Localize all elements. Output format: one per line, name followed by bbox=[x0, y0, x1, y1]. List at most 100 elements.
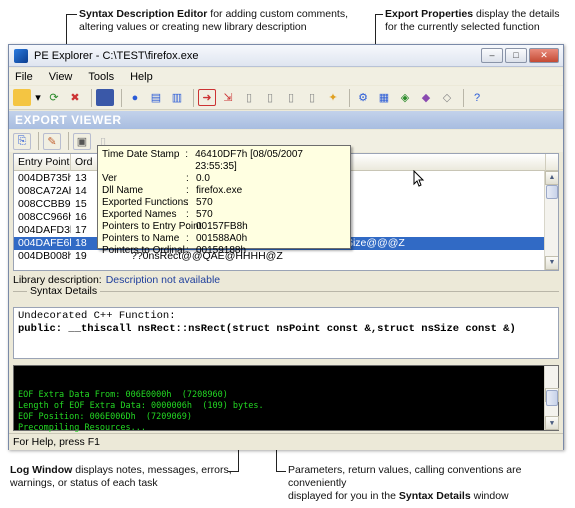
app-window: PE Explorer - C:\TEST\firefox.exe – □ ✕ … bbox=[8, 44, 564, 450]
tooltip-colon: : bbox=[186, 209, 189, 220]
disassembler-icon[interactable]: ⚙ bbox=[354, 89, 372, 106]
tooltip-colon: : bbox=[186, 173, 189, 184]
tooltip-value: 46410DF7h [08/05/2007 23:55:35] bbox=[195, 149, 303, 172]
import-viewer-icon[interactable]: ⇲ bbox=[219, 89, 237, 106]
menu-view[interactable]: View bbox=[49, 71, 73, 83]
export-properties-tooltip: Time Date Stamp:46410DF7h [08/05/2007 23… bbox=[97, 145, 351, 256]
export-viewer-icon[interactable]: ➜ bbox=[198, 89, 216, 106]
compass-icon[interactable]: ✦ bbox=[324, 89, 342, 106]
unpacker-icon[interactable]: ◇ bbox=[438, 89, 456, 106]
cell-entry-point: 008CCBB9h bbox=[18, 198, 71, 210]
menu-help[interactable]: Help bbox=[130, 71, 153, 83]
callout-syntax-editor-text1: for adding custom comments, bbox=[207, 8, 349, 20]
tooltip-row: Exported Functions:570 bbox=[102, 197, 346, 209]
status-bar: For Help, press F1 bbox=[9, 433, 563, 450]
maximize-button[interactable]: □ bbox=[505, 48, 527, 63]
window-title: PE Explorer - C:\TEST\firefox.exe bbox=[34, 49, 199, 62]
menu-bar: File View Tools Help bbox=[9, 68, 563, 85]
tools-icon[interactable]: ▯ bbox=[303, 89, 321, 106]
resource-viewer-icon[interactable]: ▯ bbox=[240, 89, 258, 106]
debug-viewer-icon[interactable]: ▯ bbox=[261, 89, 279, 106]
window-controls: – □ ✕ bbox=[481, 48, 559, 63]
callout-export-properties-text2: for the currently selected function bbox=[385, 21, 540, 33]
callout-export-properties-title: Export Properties bbox=[385, 8, 474, 20]
dependency-icon[interactable]: ▯ bbox=[282, 89, 300, 106]
save-icon[interactable] bbox=[96, 89, 114, 106]
scroll-down-arrow-icon[interactable]: ▼ bbox=[545, 256, 558, 270]
tooltip-row: Pointers to Name:001588A0h bbox=[102, 233, 346, 245]
toolbar-separator bbox=[38, 132, 39, 150]
toolbar-separator bbox=[91, 88, 92, 107]
tooltip-row: Dll Name: firefox.exe bbox=[102, 185, 346, 197]
callout-syntax-editor-text2: altering values or creating new library … bbox=[79, 21, 307, 33]
callout-export-properties-text1: display the details bbox=[473, 8, 560, 20]
headers-info-icon[interactable]: ● bbox=[126, 89, 144, 106]
tooltip-colon: : bbox=[186, 221, 189, 232]
callout-parameters-text2a: displayed for you in the bbox=[288, 490, 399, 502]
tooltip-row: Ver:0.0 bbox=[102, 173, 346, 185]
menu-file[interactable]: File bbox=[15, 71, 33, 83]
data-directories-icon[interactable]: ▤ bbox=[147, 89, 165, 106]
scroll-thumb[interactable] bbox=[546, 185, 558, 199]
vertical-scrollbar[interactable]: ▲ ▼ bbox=[544, 171, 558, 270]
properties-icon[interactable]: ▣ bbox=[73, 132, 91, 150]
callout-line bbox=[66, 14, 77, 15]
resource-editor-icon[interactable]: ◈ bbox=[396, 89, 414, 106]
menu-tools[interactable]: Tools bbox=[88, 71, 114, 83]
tooltip-key: Exported Names bbox=[102, 209, 177, 220]
callout-parameters-text2b: window bbox=[470, 490, 509, 502]
tooltip-value: 001588A0h bbox=[196, 233, 248, 244]
library-description-value: Description not available bbox=[105, 274, 221, 286]
log-line: Length of EOF Extra Data: 0000006h (109)… bbox=[18, 401, 264, 411]
title-bar: PE Explorer - C:\TEST\firefox.exe – □ ✕ bbox=[9, 45, 563, 67]
section-headers-icon[interactable]: ▥ bbox=[168, 89, 186, 106]
syntax-details-divider: Syntax Details bbox=[13, 285, 559, 303]
open-folder-icon[interactable] bbox=[13, 89, 31, 106]
log-line: EOF Position: 006E006Dh (7209069) bbox=[18, 412, 192, 422]
tooltip-value: 0.0 bbox=[196, 173, 210, 184]
toolbar-separator bbox=[68, 132, 69, 150]
tooltip-key: Ver bbox=[102, 173, 118, 184]
tooltip-row: Pointers to Entry Point:00157FB8h bbox=[102, 221, 346, 233]
tooltip-value: 570 bbox=[196, 209, 213, 220]
syntax-line-1: Undecorated C++ Function: bbox=[18, 310, 176, 322]
cell-entry-point: 004DAFE6h bbox=[18, 237, 71, 249]
tooltip-value: 00159188h bbox=[196, 245, 247, 256]
callout-log-window-text2: warnings, or status of each task bbox=[10, 477, 158, 489]
toolbar-separator bbox=[349, 88, 350, 107]
syntax-details-box[interactable]: Undecorated C++ Function: public: __thisc… bbox=[13, 307, 559, 359]
syntax-line-2: public: __thiscall nsRect::nsRect(struct… bbox=[18, 323, 516, 335]
tooltip-colon: : bbox=[186, 185, 189, 196]
tooltip-colon: : bbox=[186, 197, 189, 208]
refresh-icon[interactable]: ⟳ bbox=[45, 89, 63, 106]
cell-entry-point: 004DAFD3h bbox=[18, 224, 71, 236]
scroll-up-arrow-icon[interactable]: ▲ bbox=[545, 171, 558, 185]
tooltip-key: Pointers to Ordinal bbox=[102, 245, 185, 256]
minimize-button[interactable]: – bbox=[481, 48, 503, 63]
close-button[interactable]: ✕ bbox=[529, 48, 559, 63]
cell-entry-point: 004DB735h bbox=[18, 172, 71, 184]
close-file-icon[interactable]: ✖ bbox=[66, 89, 84, 106]
edit-syntax-icon[interactable]: ✎ bbox=[43, 132, 61, 150]
tooltip-key: Dll Name bbox=[102, 185, 144, 196]
callout-parameters-bold: Syntax Details bbox=[398, 490, 471, 502]
column-entry-point[interactable]: Entry Point bbox=[14, 154, 71, 171]
tooltip-value: firefox.exe bbox=[196, 185, 243, 196]
tooltip-colon: : bbox=[185, 149, 188, 160]
tooltip-key: Time Date Stamp bbox=[102, 149, 180, 160]
dependency-scanner-icon[interactable]: ▦ bbox=[375, 89, 393, 106]
callout-line bbox=[375, 14, 383, 15]
log-line: EOF Extra Data From: 006E0000h (7208960) bbox=[18, 390, 228, 400]
dropdown-arrow-icon[interactable]: ▾ bbox=[34, 89, 42, 106]
help-icon[interactable]: ? bbox=[468, 89, 486, 106]
tooltip-row: Time Date Stamp:46410DF7h [08/05/2007 23… bbox=[102, 149, 346, 173]
log-scrollbar[interactable]: ▲ ▼ bbox=[544, 366, 559, 430]
log-scroll-thumb[interactable] bbox=[546, 390, 558, 406]
copy-icon[interactable]: ⎘ bbox=[13, 132, 31, 150]
log-window[interactable]: EOF Extra Data From: 006E0000h (7208960)… bbox=[13, 365, 559, 444]
cell-entry-point: 004DB008h bbox=[18, 250, 71, 262]
toolbar-separator bbox=[121, 88, 122, 107]
signature-icon[interactable]: ◆ bbox=[417, 89, 435, 106]
log-scroll-down-arrow-icon[interactable]: ▼ bbox=[545, 416, 559, 430]
callout-syntax-editor: Syntax Description Editor for adding cus… bbox=[79, 8, 369, 34]
